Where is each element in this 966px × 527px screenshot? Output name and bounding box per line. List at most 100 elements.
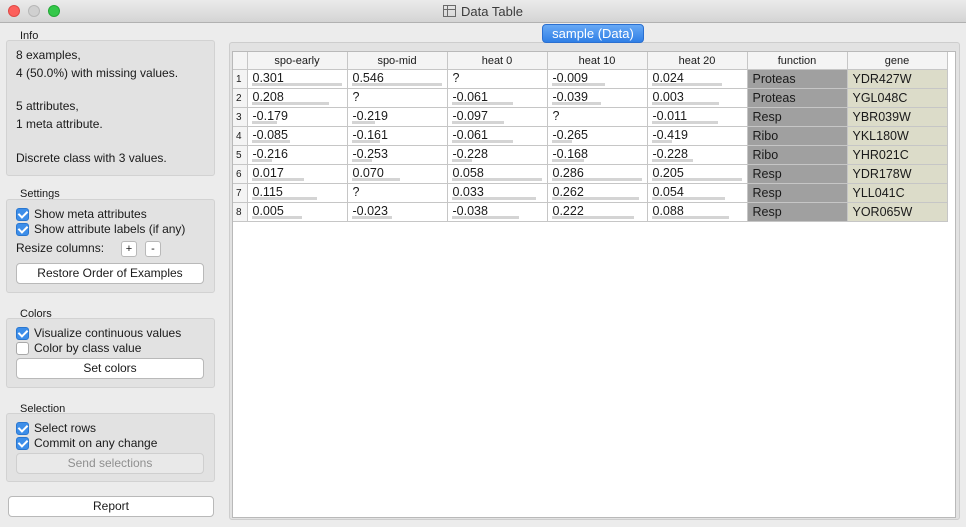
table-cell[interactable]: -0.039 (547, 88, 648, 108)
narrow-columns-button[interactable]: - (145, 241, 161, 257)
row-number[interactable]: 3 (233, 107, 248, 127)
meta-cell[interactable]: YKL180W (847, 126, 948, 146)
table-cell[interactable]: -0.023 (347, 202, 448, 222)
corner-cell[interactable] (233, 52, 248, 70)
meta-cell[interactable]: YBR039W (847, 107, 948, 127)
meta-cell[interactable]: YDR427W (847, 69, 948, 89)
set-colors-button[interactable]: Set colors (16, 358, 204, 379)
table-cell[interactable]: 0.222 (547, 202, 648, 222)
row-number[interactable]: 8 (233, 202, 248, 222)
column-header-spo-early[interactable]: spo-early (247, 52, 348, 70)
class-cell[interactable]: Resp (747, 202, 848, 222)
table-cell[interactable]: -0.011 (647, 107, 748, 127)
class-cell[interactable]: Resp (747, 107, 848, 127)
table-cell[interactable]: 0.262 (547, 183, 648, 203)
widen-columns-button[interactable]: + (121, 241, 137, 257)
column-header-heat-0[interactable]: heat 0 (447, 52, 548, 70)
visualize-continuous-checkbox[interactable] (16, 326, 29, 340)
table-cell[interactable]: -0.161 (347, 126, 448, 146)
class-cell[interactable]: Ribo (747, 126, 848, 146)
table-cell[interactable]: 0.286 (547, 164, 648, 184)
table-cell[interactable]: 0.070 (347, 164, 448, 184)
meta-cell[interactable]: YHR021C (847, 145, 948, 165)
column-header-gene[interactable]: gene (847, 52, 948, 70)
color-by-class-option[interactable]: Color by class value (16, 341, 141, 355)
tab-sample-data[interactable]: sample (Data) (542, 24, 644, 43)
table-cell[interactable]: 0.033 (447, 183, 548, 203)
column-header-function[interactable]: function (747, 52, 848, 70)
row-number[interactable]: 1 (233, 69, 248, 89)
table-row[interactable]: 8 0.005 -0.023 -0.038 0.222 0.088 Resp YOR065W (233, 202, 948, 222)
show-labels-checkbox[interactable] (16, 222, 29, 236)
class-cell[interactable]: Resp (747, 164, 848, 184)
table-cell[interactable]: 0.115 (247, 183, 348, 203)
table-cell[interactable]: -0.253 (347, 145, 448, 165)
table-cell[interactable]: -0.009 (547, 69, 648, 89)
table-row[interactable]: 6 0.017 0.070 0.058 0.286 0.205 Resp YDR178W (233, 164, 948, 184)
table-cell[interactable]: -0.097 (447, 107, 548, 127)
meta-cell[interactable]: YDR178W (847, 164, 948, 184)
table-cell[interactable]: 0.088 (647, 202, 748, 222)
table-cell[interactable]: 0.301 (247, 69, 348, 89)
data-table-view[interactable]: spo-early spo-mid heat 0 heat 10 heat 20… (232, 51, 956, 518)
column-header-heat-10[interactable]: heat 10 (547, 52, 648, 70)
select-rows-option[interactable]: Select rows (16, 421, 96, 435)
table-cell[interactable]: -0.265 (547, 126, 648, 146)
column-header-spo-mid[interactable]: spo-mid (347, 52, 448, 70)
restore-order-button[interactable]: Restore Order of Examples (16, 263, 204, 284)
table-cell[interactable]: 0.208 (247, 88, 348, 108)
table-cell[interactable]: -0.228 (647, 145, 748, 165)
table-cell[interactable]: -0.168 (547, 145, 648, 165)
visualize-continuous-option[interactable]: Visualize continuous values (16, 326, 181, 340)
show-meta-checkbox[interactable] (16, 207, 29, 221)
commit-on-change-checkbox[interactable] (16, 436, 29, 450)
row-number[interactable]: 4 (233, 126, 248, 146)
row-number[interactable]: 6 (233, 164, 248, 184)
table-cell[interactable]: 0.054 (647, 183, 748, 203)
table-cell[interactable]: -0.085 (247, 126, 348, 146)
table-cell[interactable]: -0.419 (647, 126, 748, 146)
table-cell[interactable]: -0.038 (447, 202, 548, 222)
table-cell[interactable]: 0.205 (647, 164, 748, 184)
meta-cell[interactable]: YOR065W (847, 202, 948, 222)
row-number[interactable]: 2 (233, 88, 248, 108)
class-cell[interactable]: Resp (747, 183, 848, 203)
table-cell[interactable]: 0.017 (247, 164, 348, 184)
send-selections-button[interactable]: Send selections (16, 453, 204, 474)
table-cell[interactable]: 0.005 (247, 202, 348, 222)
commit-on-change-option[interactable]: Commit on any change (16, 436, 157, 450)
table-cell[interactable]: 0.058 (447, 164, 548, 184)
table-cell[interactable]: -0.179 (247, 107, 348, 127)
table-cell[interactable]: -0.216 (247, 145, 348, 165)
table-row[interactable]: 4 -0.085 -0.161 -0.061 -0.265 -0.419 Ribo YKL18… (233, 126, 948, 146)
row-number[interactable]: 7 (233, 183, 248, 203)
table-cell[interactable]: -0.061 (447, 126, 548, 146)
column-header-heat-20[interactable]: heat 20 (647, 52, 748, 70)
table-cell[interactable]: 0.546 (347, 69, 448, 89)
class-cell[interactable]: Proteas (747, 88, 848, 108)
report-button[interactable]: Report (8, 496, 214, 517)
color-by-class-checkbox[interactable] (16, 341, 29, 355)
row-number[interactable]: 5 (233, 145, 248, 165)
table-cell[interactable]: ? (347, 88, 448, 108)
show-attribute-labels-option[interactable]: Show attribute labels (if any) (16, 222, 185, 236)
table-cell[interactable]: ? (447, 69, 548, 89)
select-rows-checkbox[interactable] (16, 421, 29, 435)
table-cell[interactable]: 0.024 (647, 69, 748, 89)
table-cell[interactable]: -0.228 (447, 145, 548, 165)
table-cell[interactable]: -0.219 (347, 107, 448, 127)
class-cell[interactable]: Proteas (747, 69, 848, 89)
show-meta-attributes-option[interactable]: Show meta attributes (16, 207, 147, 221)
table-cell[interactable]: ? (547, 107, 648, 127)
table-row[interactable]: 5 -0.216 -0.253 -0.228 -0.168 -0.228 Ribo YHR02… (233, 145, 948, 165)
meta-cell[interactable]: YLL041C (847, 183, 948, 203)
class-cell[interactable]: Ribo (747, 145, 848, 165)
table-row[interactable]: 7 0.115? 0.033 0.262 0.054 Resp YLL041C (233, 183, 948, 203)
table-cell[interactable]: 0.003 (647, 88, 748, 108)
table-row[interactable]: 1 0.301 0.546? -0.009 0.024 Proteas YDR427W (233, 69, 948, 89)
table-cell[interactable]: -0.061 (447, 88, 548, 108)
table-row[interactable]: 3 -0.179 -0.219 -0.097? -0.011 Resp YBR039W (233, 107, 948, 127)
table-row[interactable]: 2 0.208? -0.061 -0.039 0.003 Proteas YGL048C (233, 88, 948, 108)
table-cell[interactable]: ? (347, 183, 448, 203)
meta-cell[interactable]: YGL048C (847, 88, 948, 108)
